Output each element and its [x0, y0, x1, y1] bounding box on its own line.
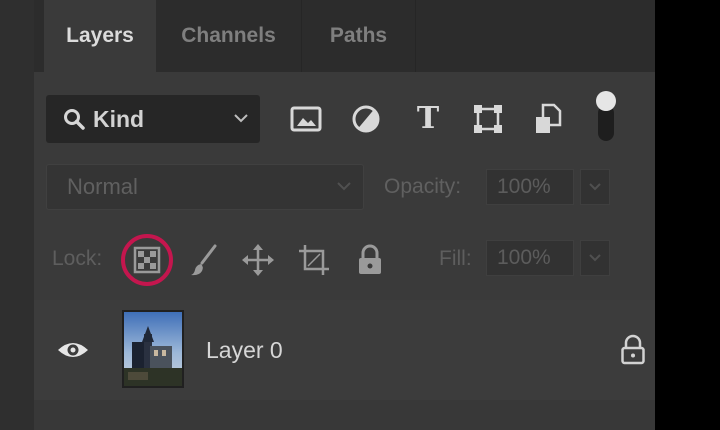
image-filter-icon[interactable] [288, 101, 324, 137]
blend-row: Normal Opacity: 100% [46, 164, 646, 210]
fill-value: 100% [497, 246, 551, 269]
filter-toggle-switch[interactable] [596, 91, 618, 143]
tab-layers[interactable]: Layers [44, 0, 156, 72]
filter-kind-label: Kind [93, 105, 145, 132]
filter-kind-dropdown[interactable]: Kind [46, 95, 260, 143]
chevron-down-icon [234, 114, 248, 123]
chevron-down-icon [337, 182, 351, 191]
opacity-label: Opacity: [384, 175, 462, 198]
lock-row: Lock: Fill: 100% [46, 230, 646, 290]
lock-label: Lock: [52, 247, 103, 270]
opacity-input[interactable]: 100% [486, 169, 574, 205]
blend-mode-dropdown[interactable]: Normal [46, 164, 364, 210]
lock-icon[interactable] [620, 334, 646, 366]
chevron-down-icon [589, 183, 601, 191]
lock-artboard-icon[interactable] [296, 242, 332, 278]
tab-paths[interactable]: Paths [302, 0, 416, 72]
empty-layers-area [34, 400, 655, 430]
eye-icon[interactable] [56, 338, 90, 362]
type-filter-glyph: T [416, 101, 440, 136]
left-gutter [0, 0, 34, 430]
fill-input[interactable]: 100% [486, 240, 574, 276]
layers-panel: Layers Channels Paths Kind T Normal Opac… [0, 0, 655, 430]
lock-position-icon[interactable] [240, 242, 276, 278]
layer-name[interactable]: Layer 0 [206, 337, 283, 364]
lock-transparent-pixels-icon[interactable] [129, 242, 165, 278]
layer-row[interactable]: Layer 0 [34, 300, 655, 400]
smart-object-filter-icon[interactable] [530, 101, 566, 137]
lock-image-pixels-icon[interactable] [186, 242, 222, 278]
toggle-knob [596, 91, 616, 111]
shape-filter-icon[interactable] [470, 101, 506, 137]
layer-thumbnail[interactable] [122, 310, 184, 388]
opacity-value: 100% [497, 175, 551, 198]
lock-all-icon[interactable] [352, 242, 388, 278]
fill-label: Fill: [439, 247, 472, 270]
fill-dropdown-button[interactable] [580, 240, 610, 276]
opacity-dropdown-button[interactable] [580, 169, 610, 205]
adjustment-filter-icon[interactable] [348, 101, 384, 137]
search-icon [64, 109, 85, 130]
type-filter-icon[interactable]: T [410, 101, 446, 137]
panel-tab-bar: Layers Channels Paths [34, 0, 655, 72]
filter-row: Kind T [46, 91, 646, 145]
blend-mode-label: Normal [67, 174, 138, 199]
tab-channels[interactable]: Channels [156, 0, 302, 72]
chevron-down-icon [589, 254, 601, 262]
